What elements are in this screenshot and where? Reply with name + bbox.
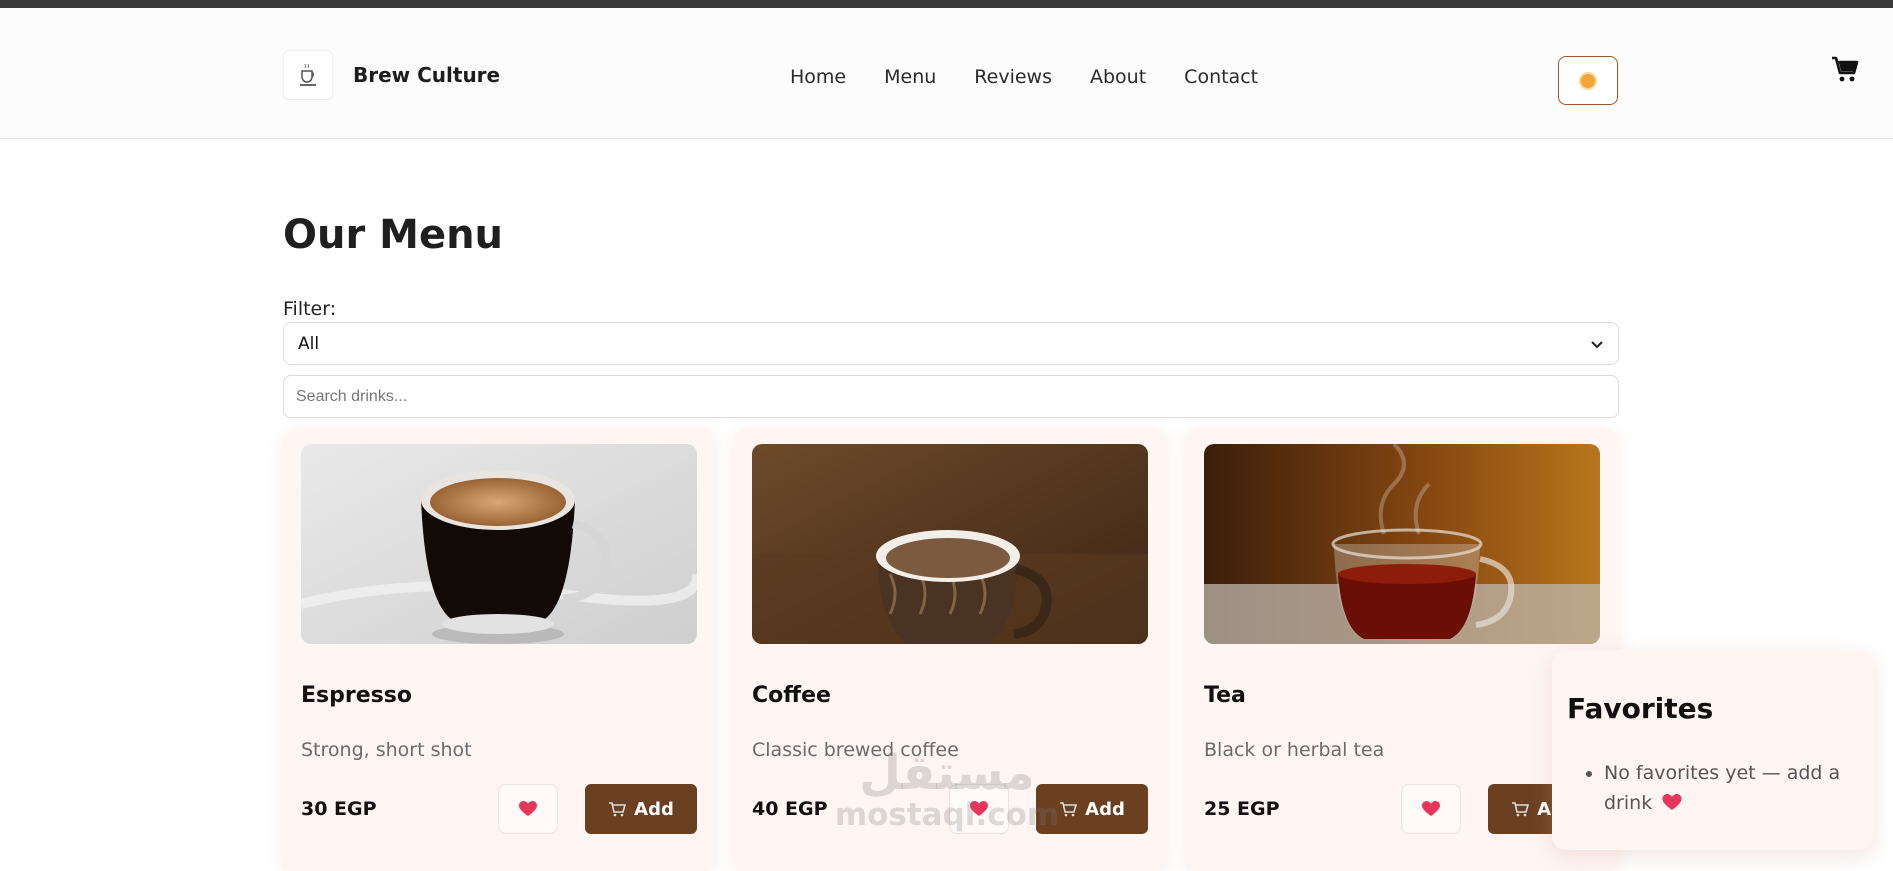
page-title: Our Menu [283, 212, 504, 258]
add-label: Add [634, 798, 674, 820]
search-input[interactable] [283, 375, 1619, 418]
product-name: Tea [1204, 683, 1246, 708]
brand[interactable]: Brew Culture [283, 50, 500, 100]
coffee-image [752, 444, 1148, 644]
theme-toggle-button[interactable] [1558, 56, 1618, 105]
favorite-button[interactable] [949, 784, 1009, 834]
sun-icon [1581, 73, 1595, 88]
add-to-cart-button[interactable]: Add [1036, 784, 1148, 834]
nav-menu[interactable]: Menu [870, 54, 951, 100]
filter-select[interactable]: All [283, 322, 1619, 365]
product-card-espresso: Espresso Strong, short shot 30 EGP Add [283, 428, 715, 871]
nav-home[interactable]: Home [790, 58, 846, 96]
favorites-empty-item: No favorites yet — add a drink [1604, 758, 1854, 818]
cart-small-icon [609, 802, 627, 817]
product-price: 40 EGP [752, 798, 828, 820]
main-nav: Home Menu Reviews About Contact [790, 54, 1296, 100]
brand-name: Brew Culture [353, 63, 501, 87]
favorites-title: Favorites [1567, 692, 1714, 725]
logo-icon [283, 50, 333, 100]
cart-small-icon [1512, 802, 1530, 817]
product-description: Strong, short shot [301, 739, 472, 761]
espresso-image [301, 444, 697, 644]
product-name: Espresso [301, 683, 412, 708]
add-to-cart-button[interactable]: Add [585, 784, 697, 834]
favorite-button[interactable] [498, 784, 558, 834]
favorite-button[interactable] [1401, 784, 1461, 834]
top-border [0, 0, 1893, 8]
site-header: Brew Culture Home Menu Reviews About Con… [0, 8, 1893, 139]
heart-icon [1662, 794, 1682, 810]
product-card-coffee: Coffee Classic brewed coffee 40 EGP Add [734, 428, 1166, 871]
product-price: 25 EGP [1204, 798, 1280, 820]
heart-icon [1422, 801, 1440, 816]
cart-small-icon [1060, 802, 1078, 817]
filter-label: Filter: [283, 298, 337, 320]
heart-icon [970, 801, 988, 816]
product-description: Classic brewed coffee [752, 739, 959, 761]
filter-selected-value: All [298, 333, 320, 354]
favorites-empty-text: No favorites yet — add a drink [1604, 762, 1841, 814]
cart-icon[interactable] [1829, 54, 1861, 86]
favorites-panel: Favorites No favorites yet — add a drink [1552, 650, 1874, 850]
tea-image [1204, 444, 1600, 644]
favorites-list: No favorites yet — add a drink [1604, 758, 1854, 818]
product-price: 30 EGP [301, 798, 377, 820]
nav-about[interactable]: About [1090, 58, 1146, 96]
product-name: Coffee [752, 683, 831, 708]
add-label: Add [1085, 798, 1125, 820]
heart-icon [519, 801, 537, 816]
nav-contact[interactable]: Contact [1184, 58, 1258, 96]
product-description: Black or herbal tea [1204, 739, 1385, 761]
nav-reviews[interactable]: Reviews [974, 58, 1052, 96]
chevron-down-icon [1591, 340, 1603, 348]
